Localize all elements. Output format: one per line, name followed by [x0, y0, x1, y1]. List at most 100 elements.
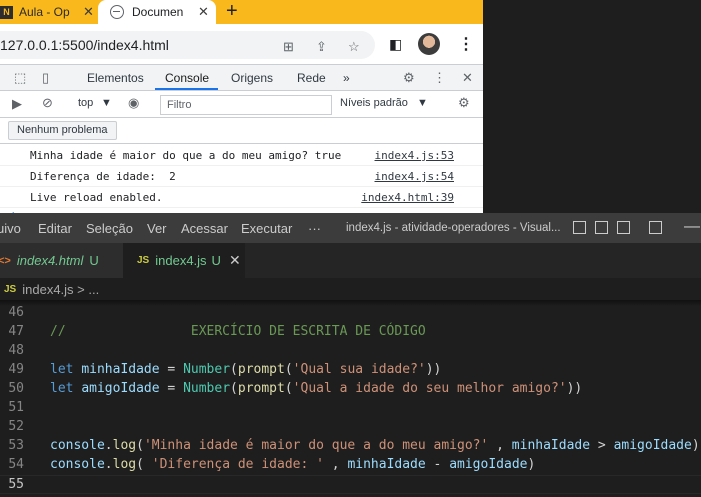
identifier: minhaIdade [347, 457, 426, 472]
console-text: Minha idade é maior do que a do meu amig… [30, 149, 342, 162]
punctuation: ) [527, 457, 536, 472]
function-name: prompt [237, 362, 285, 377]
close-icon[interactable]: ✕ [198, 4, 209, 20]
globe-icon [110, 5, 124, 19]
issues-bar: Nenhum problema [0, 118, 483, 144]
browser-tab-aula[interactable]: N Aula - Op ✕ [0, 0, 97, 24]
minimize-icon[interactable]: — [684, 218, 700, 236]
js-file-icon: JS [137, 255, 150, 266]
untracked-badge: U [89, 253, 99, 268]
tab-rede[interactable]: Rede [297, 71, 326, 85]
operator: = [159, 362, 184, 377]
close-icon[interactable]: ✕ [83, 4, 94, 20]
tab-elementos[interactable]: Elementos [87, 71, 144, 85]
chevron-down-icon: ▼ [417, 97, 428, 109]
punctuation: . [104, 438, 113, 453]
code-line: 54 console.log( 'Diferença de idade: ' ,… [0, 456, 701, 475]
gear-icon[interactable]: ⚙ [458, 95, 470, 111]
browser-toolbar: 127.0.0.1:5500/index4.html ⊞ ⇪ ☆ ◧ ⋮ [0, 24, 483, 64]
identifier: amigoIdade [613, 438, 692, 453]
punctuation: ( [136, 457, 152, 472]
clear-console-icon[interactable]: ⊘ [42, 95, 53, 111]
code-comment: // EXERCÍCIO DE ESCRITA DE CÓDIGO [50, 324, 426, 339]
menu-item-arquivo[interactable]: uivo [0, 221, 21, 236]
tab-origens[interactable]: Origens [231, 71, 273, 85]
keyword: let [50, 362, 74, 377]
sidebar-icon[interactable]: ◧ [389, 36, 402, 53]
menu-item-ver[interactable]: Ver [147, 221, 167, 236]
keyword: let [50, 381, 74, 396]
layout-sidebar-icon[interactable] [573, 221, 586, 234]
star-icon[interactable]: ☆ [348, 39, 360, 55]
translate-icon[interactable]: ⊞ [283, 39, 294, 55]
new-tab-button[interactable]: + [226, 0, 238, 22]
line-number: 55 [8, 477, 24, 492]
close-icon[interactable]: ✕ [229, 252, 241, 269]
close-icon[interactable]: ✕ [462, 70, 473, 86]
code-text: console.log( 'Diferença de idade: ' , mi… [50, 457, 535, 472]
console-message: Diferença de idade: 2 index4.js:54 [0, 166, 483, 187]
chevron-down-icon: ▼ [101, 97, 112, 109]
identifier: minhaIdade [81, 362, 160, 377]
line-number: 52 [8, 419, 24, 434]
line-number: 48 [8, 343, 24, 358]
function-name: prompt [237, 381, 285, 396]
avatar[interactable] [418, 33, 440, 55]
customize-layout-icon[interactable] [649, 221, 662, 234]
identifier: amigoIdade [449, 457, 528, 472]
menu-item-editar[interactable]: Editar [38, 221, 72, 236]
menu-item-acessar[interactable]: Acessar [181, 221, 228, 236]
identifier: Number [183, 362, 231, 377]
code-line: 48 [0, 342, 701, 361]
window-title: index4.js - atividade-operadores - Visua… [346, 222, 561, 234]
console-source-link[interactable]: index4.html:39 [361, 191, 454, 204]
menu-item-executar[interactable]: Executar [241, 221, 292, 236]
screen: N Aula - Op ✕ Documen ✕ + 127.0.0.1:5500… [0, 0, 701, 497]
code-editor[interactable]: 46 47 // EXERCÍCIO DE ESCRITA DE CÓDIGO … [0, 304, 701, 497]
device-icon[interactable]: ▯ [42, 70, 49, 86]
punctuation: ( [284, 381, 293, 396]
tab-index4-html[interactable]: <> index4.html U [0, 243, 123, 278]
levels-select[interactable]: Níveis padrão [340, 97, 408, 109]
browser-tab-document[interactable]: Documen ✕ [98, 0, 216, 24]
line-number: 53 [8, 438, 24, 453]
breadcrumb-path[interactable]: index4.js > ... [22, 282, 99, 297]
browser-window: N Aula - Op ✕ Documen ✕ + 127.0.0.1:5500… [0, 0, 483, 213]
console-source-link[interactable]: index4.js:54 [375, 170, 454, 183]
console-source-link[interactable]: index4.js:53 [375, 149, 454, 162]
layout-secondary-icon[interactable] [617, 221, 630, 234]
tab-index4-js[interactable]: JS index4.js U ✕ [123, 243, 245, 278]
menu-overflow[interactable]: ··· [308, 221, 321, 236]
menu-item-selecao[interactable]: Seleção [86, 221, 133, 236]
context-select[interactable]: top [78, 97, 93, 109]
browser-tabstrip: N Aula - Op ✕ Documen ✕ + [0, 0, 483, 24]
punctuation: )) [566, 381, 583, 396]
devtools-tabbar: ⬚ ▯ Elementos Console Origens Rede » ⚙ ⋮… [0, 64, 483, 91]
code-text: let minhaIdade = Number(prompt('Qual sua… [50, 362, 441, 377]
eye-icon[interactable]: ◉ [128, 95, 139, 111]
issues-button[interactable]: Nenhum problema [8, 121, 117, 140]
line-number: 46 [8, 305, 24, 320]
menu-icon[interactable]: ⋮ [458, 34, 474, 54]
current-code-line: 55 [0, 475, 701, 494]
filter-input[interactable]: Filtro [160, 95, 332, 115]
share-icon[interactable]: ⇪ [316, 39, 327, 55]
tab-console[interactable]: Console [165, 71, 209, 85]
editor-tabbar: <> index4.html U JS index4.js U ✕ [0, 243, 701, 278]
layout-panel-icon[interactable] [595, 221, 608, 234]
inspect-icon[interactable]: ⬚ [14, 70, 26, 86]
punctuation: . [104, 457, 113, 472]
identifier: console [50, 457, 105, 472]
line-number: 50 [8, 381, 24, 396]
more-tabs-button[interactable]: » [343, 71, 350, 85]
breadcrumb: JS index4.js > ... [0, 278, 701, 300]
string-literal: 'Qual a idade do seu melhor amigo?' [292, 381, 567, 396]
gear-icon[interactable]: ⚙ [403, 70, 415, 86]
function-name: log [112, 438, 137, 453]
address-bar[interactable]: 127.0.0.1:5500/index4.html ⊞ ⇪ ☆ [0, 31, 375, 59]
console-text: Live reload enabled. [30, 191, 163, 204]
sidebar-toggle-icon[interactable]: ▶ [12, 96, 22, 112]
kebab-icon[interactable]: ⋮ [433, 70, 446, 86]
identifier: amigoIdade [81, 381, 160, 396]
operator: - [425, 457, 450, 472]
